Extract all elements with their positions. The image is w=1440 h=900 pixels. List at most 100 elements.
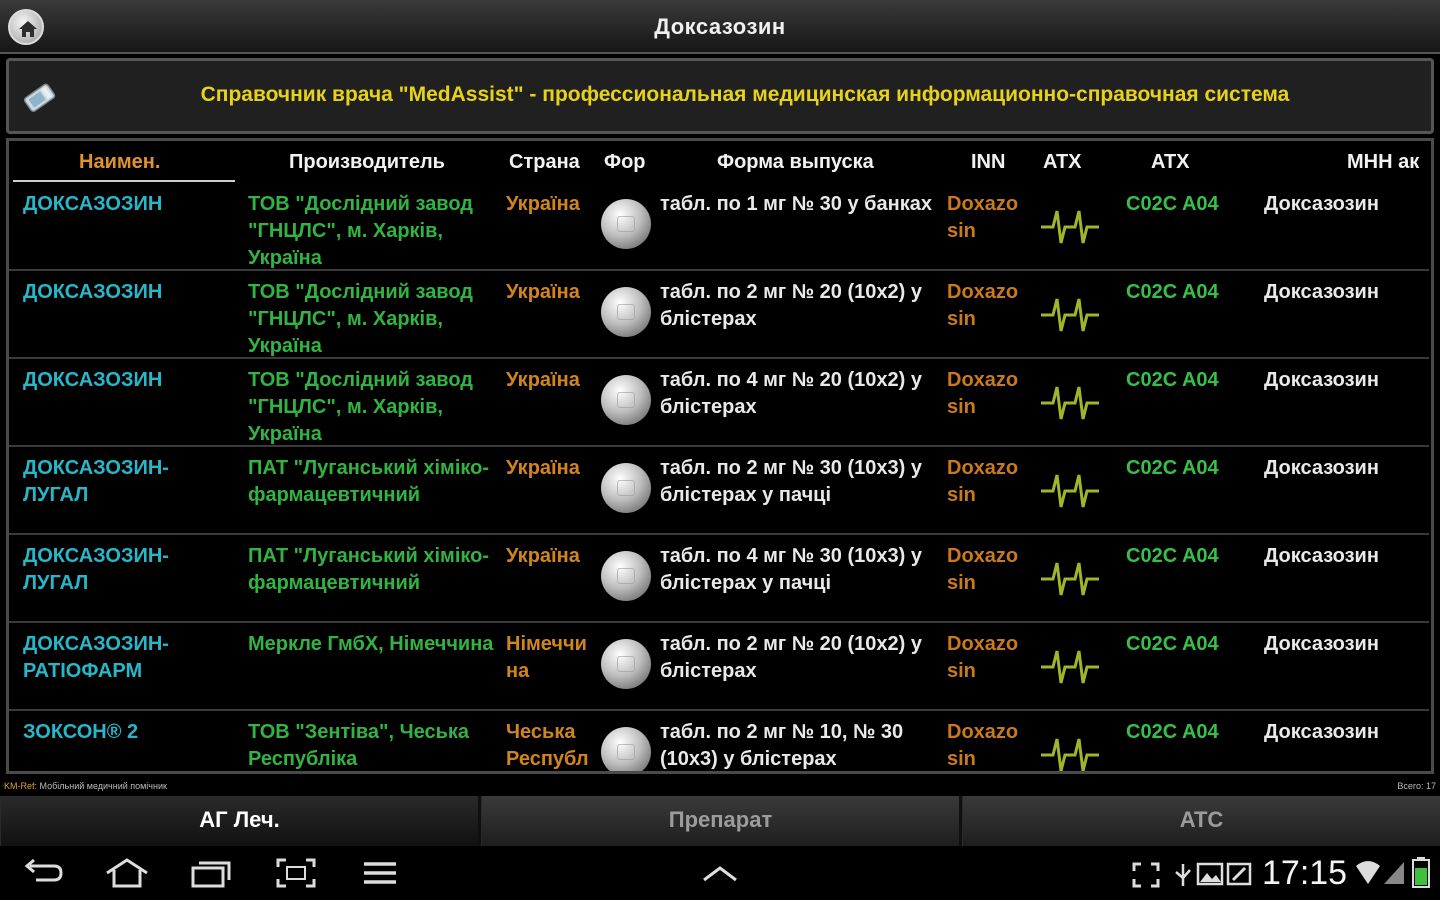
back-icon[interactable] xyxy=(24,858,64,888)
table-header: Наимен. Производитель Страна Фор Форма в… xyxy=(9,141,1431,183)
country: Україна xyxy=(506,369,580,391)
bottom-tabs: АГ Леч. Препарат ATC xyxy=(0,796,1440,846)
pill-icon[interactable] xyxy=(601,639,651,689)
table-row[interactable]: ДОКСАЗОЗИН ТОВ "Дослідний завод "ГНЦЛС", … xyxy=(9,271,1429,359)
usb-icon xyxy=(1175,864,1191,886)
screenshot-icon[interactable] xyxy=(276,858,316,888)
total-count: Всего: 17 xyxy=(1397,781,1436,791)
inn: Doxazo sin xyxy=(947,633,1019,682)
manufacturer: ТОВ "Зентіва", Чеська Республіка xyxy=(248,721,470,770)
fullscreen-icon[interactable] xyxy=(1132,862,1160,888)
table-row[interactable]: ДОКСАЗОЗИН-ЛУГАЛ ПАТ "Луганський хіміко-ф… xyxy=(9,535,1429,623)
manufacturer: Меркле ГмбХ, Німеччина xyxy=(248,633,494,655)
ecg-icon[interactable] xyxy=(1039,379,1101,425)
pill-bottle-icon xyxy=(23,83,56,112)
manufacturer: ТОВ "Дослідний завод "ГНЦЛС", м. Харків,… xyxy=(248,281,473,357)
inn: Doxazo sin xyxy=(947,457,1019,506)
atc-code[interactable]: C02C A04 xyxy=(1126,719,1236,746)
image-notification-icon xyxy=(1196,862,1224,886)
inn: Doxazo sin xyxy=(947,545,1019,594)
table-row[interactable]: ДОКСАЗОЗИН ТОВ "Дослідний завод "ГНЦЛС", … xyxy=(9,183,1429,271)
column-header-form-icon[interactable]: Фор xyxy=(604,151,646,174)
column-header-atx[interactable]: ATX xyxy=(1151,151,1190,174)
table-row[interactable]: ДОКСАЗОЗИН ТОВ "Дослідний завод "ГНЦЛС", … xyxy=(9,359,1429,447)
app-description: Мобільний медичний помічник xyxy=(39,781,167,791)
wifi-icon xyxy=(1356,861,1380,884)
pill-icon[interactable] xyxy=(601,727,651,771)
ecg-icon[interactable] xyxy=(1039,643,1101,689)
country: Чеська Республ xyxy=(506,721,589,770)
table-row[interactable]: ДОКСАЗОЗИН-РАТІОФАРМ Меркле ГмбХ, Німеччи… xyxy=(9,623,1429,711)
inn: Doxazo sin xyxy=(947,281,1019,330)
column-header-inn[interactable]: INN xyxy=(971,151,1005,174)
release-form: табл. по 2 мг № 30 (10х3) у блістерах у … xyxy=(660,457,922,506)
home-nav-icon[interactable] xyxy=(104,858,150,888)
app-name: KM-Ref: xyxy=(4,781,38,791)
ecg-icon[interactable] xyxy=(1039,555,1101,601)
status-strip: KM-Ref: Мобільний медичний помічник Всег… xyxy=(0,778,1440,796)
atc-code[interactable]: C02C A04 xyxy=(1126,631,1236,658)
country: Україна xyxy=(506,457,580,479)
pill-icon[interactable] xyxy=(601,287,651,337)
atc-code[interactable]: C02C A04 xyxy=(1126,191,1236,218)
mnn: Доксазозин xyxy=(1264,369,1379,391)
chevron-up-icon[interactable] xyxy=(700,864,740,884)
battery-icon xyxy=(1412,857,1430,888)
drug-name: ДОКСАЗОЗИН-ЛУГАЛ xyxy=(23,457,169,506)
mnn: Доксазозин xyxy=(1264,193,1379,215)
column-header-country[interactable]: Страна xyxy=(509,151,580,174)
pill-icon[interactable] xyxy=(601,551,651,601)
column-header-form[interactable]: Форма выпуска xyxy=(717,151,874,174)
column-header-name[interactable]: Наимен. xyxy=(79,151,160,174)
manufacturer: ПАТ "Луганський хіміко-фармацевтичний xyxy=(248,545,489,594)
manufacturer: ТОВ "Дослідний завод "ГНЦЛС", м. Харків,… xyxy=(248,193,473,269)
ecg-icon[interactable] xyxy=(1039,467,1101,513)
inn: Doxazo sin xyxy=(947,369,1019,418)
column-header-atx-icon[interactable]: ATX xyxy=(1043,151,1082,174)
ecg-icon[interactable] xyxy=(1039,203,1101,249)
mnn: Доксазозин xyxy=(1264,281,1379,303)
drug-table: Наимен. Производитель Страна Фор Форма в… xyxy=(6,138,1434,774)
table-row[interactable]: ЗОКСОН® 2 ТОВ "Зентіва", Чеська Республік… xyxy=(9,711,1429,771)
recent-apps-icon[interactable] xyxy=(190,858,232,888)
status-clock: 17:15 xyxy=(1262,854,1348,892)
table-row[interactable]: ДОКСАЗОЗИН-ЛУГАЛ ПАТ "Луганський хіміко-ф… xyxy=(9,447,1429,535)
drug-name: ДОКСАЗОЗИН xyxy=(23,281,163,303)
country: Німеччи на xyxy=(506,633,587,682)
drug-name: ДОКСАЗОЗИН xyxy=(23,369,163,391)
release-form: табл. по 1 мг № 30 у банках xyxy=(660,193,932,215)
release-form: табл. по 4 мг № 20 (10х2) у блістерах xyxy=(660,369,922,418)
tab-preparat[interactable]: Препарат xyxy=(481,796,959,846)
banner-text: Справочник врача "MedAssist" - профессио… xyxy=(200,83,1290,106)
release-form: табл. по 2 мг № 10, № 30 (10х3) у блісте… xyxy=(660,721,904,770)
column-header-maker[interactable]: Производитель xyxy=(289,151,445,174)
country: Україна xyxy=(506,281,580,303)
atc-code[interactable]: C02C A04 xyxy=(1126,367,1236,394)
edit-notification-icon xyxy=(1226,862,1252,886)
page-title: Доксазозин xyxy=(654,14,786,39)
system-nav-bar: 17:15 xyxy=(0,846,1440,900)
drug-name: ДОКСАЗОЗИН-ЛУГАЛ xyxy=(23,545,169,594)
ecg-icon[interactable] xyxy=(1039,291,1101,337)
inn: Doxazo sin xyxy=(947,193,1019,242)
atc-code[interactable]: C02C A04 xyxy=(1126,455,1236,482)
manufacturer: ТОВ "Дослідний завод "ГНЦЛС", м. Харків,… xyxy=(248,369,473,445)
tab-atc[interactable]: ATC xyxy=(962,796,1440,846)
pill-icon[interactable] xyxy=(601,199,651,249)
tab-ag-lech[interactable]: АГ Леч. xyxy=(0,796,478,846)
drug-name: ДОКСАЗОЗИН-РАТІОФАРМ xyxy=(23,633,169,682)
column-header-mnn[interactable]: МНН ак xyxy=(1347,151,1419,174)
ecg-icon[interactable] xyxy=(1039,731,1101,771)
inn: Doxazo sin xyxy=(947,721,1019,770)
signal-icon xyxy=(1384,862,1404,884)
country: Україна xyxy=(506,545,580,567)
pill-icon[interactable] xyxy=(601,463,651,513)
drug-name: ДОКСАЗОЗИН xyxy=(23,193,163,215)
banner[interactable]: Справочник врача "MedAssist" - профессио… xyxy=(6,58,1434,134)
mnn: Доксазозин xyxy=(1264,457,1379,479)
menu-icon[interactable] xyxy=(362,858,398,888)
release-form: табл. по 2 мг № 20 (10х2) у блістерах xyxy=(660,633,922,682)
atc-code[interactable]: C02C A04 xyxy=(1126,543,1236,570)
pill-icon[interactable] xyxy=(601,375,651,425)
atc-code[interactable]: C02C A04 xyxy=(1126,279,1236,306)
